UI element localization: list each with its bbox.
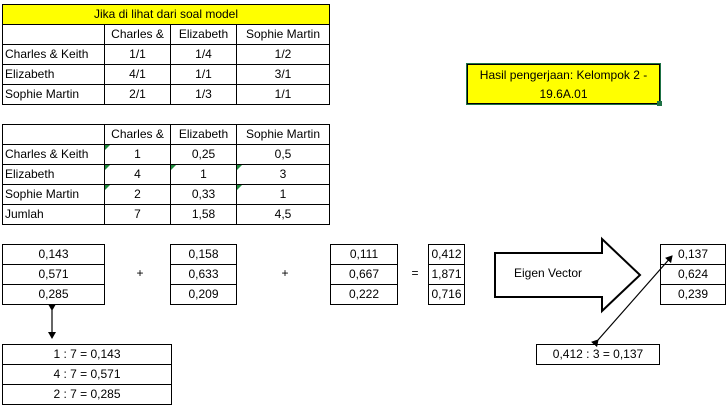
shapes-overlay [48, 236, 673, 348]
eigen-vector-label: Eigen Vector [513, 266, 583, 280]
